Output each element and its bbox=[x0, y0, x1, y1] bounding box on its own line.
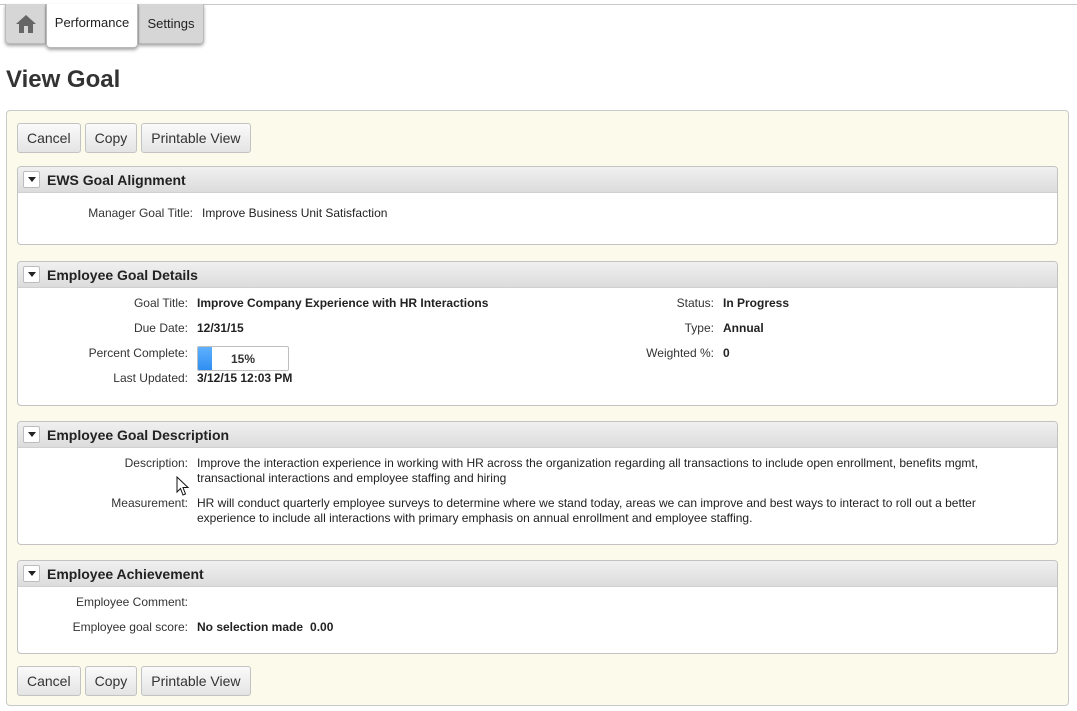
cancel-button[interactable]: Cancel bbox=[17, 666, 81, 696]
employee-goal-score-text: No selection made bbox=[197, 620, 304, 634]
type-value: Annual bbox=[723, 321, 764, 335]
last-updated-value: 3/12/15 12:03 PM bbox=[197, 371, 293, 385]
status-value: In Progress bbox=[723, 296, 790, 310]
chevron-down-icon bbox=[27, 571, 36, 576]
last-updated-label: Last Updated: bbox=[113, 371, 188, 385]
page-title: View Goal bbox=[6, 66, 121, 93]
collapse-toggle[interactable] bbox=[23, 426, 40, 443]
weighted-label: Weighted %: bbox=[646, 346, 714, 360]
printable-view-button[interactable]: Printable View bbox=[141, 666, 251, 696]
section-title: EWS Goal Alignment bbox=[47, 171, 186, 188]
type-label: Type: bbox=[684, 321, 714, 335]
section-goal-details: Employee Goal Details Goal Title: Improv… bbox=[17, 261, 1058, 406]
goal-panel: Cancel Copy Printable View EWS Goal Alig… bbox=[6, 110, 1069, 706]
section-header: Employee Goal Description bbox=[18, 422, 1057, 448]
due-date-value: 12/31/15 bbox=[197, 321, 244, 335]
measurement-value: HR will conduct quarterly employee surve… bbox=[197, 496, 976, 525]
top-button-bar: Cancel Copy Printable View bbox=[17, 123, 251, 153]
home-icon bbox=[15, 14, 36, 33]
status-label: Status: bbox=[676, 296, 714, 310]
employee-goal-score-label: Employee goal score: bbox=[72, 620, 188, 634]
employee-goal-score-value: 0.00 bbox=[310, 620, 334, 634]
weighted-value: 0 bbox=[723, 346, 730, 360]
manager-goal-title-label: Manager Goal Title: bbox=[88, 206, 193, 220]
section-header: Employee Achievement bbox=[18, 561, 1057, 587]
section-header: EWS Goal Alignment bbox=[18, 167, 1057, 193]
employee-comment-label: Employee Comment: bbox=[75, 595, 188, 609]
bottom-button-bar: Cancel Copy Printable View bbox=[17, 666, 251, 696]
description-value: Improve the interaction experience in wo… bbox=[197, 456, 979, 485]
tab-performance[interactable]: Performance bbox=[46, 4, 138, 48]
measurement-label: Measurement: bbox=[111, 496, 188, 510]
collapse-toggle[interactable] bbox=[23, 266, 40, 283]
chevron-down-icon bbox=[27, 272, 36, 277]
description-label: Description: bbox=[124, 456, 188, 470]
tab-settings[interactable]: Settings bbox=[138, 4, 204, 44]
goal-title-label: Goal Title: bbox=[133, 296, 188, 310]
section-goal-description: Employee Goal Description Description: I… bbox=[17, 421, 1058, 545]
section-title: Employee Goal Description bbox=[47, 426, 230, 443]
copy-button[interactable]: Copy bbox=[84, 123, 138, 153]
cancel-button[interactable]: Cancel bbox=[17, 123, 81, 153]
printable-view-button[interactable]: Printable View bbox=[141, 123, 251, 153]
due-date-label: Due Date: bbox=[133, 321, 188, 335]
mouse-cursor-icon bbox=[176, 476, 190, 496]
section-title: Employee Achievement bbox=[47, 565, 204, 582]
section-header: Employee Goal Details bbox=[18, 262, 1057, 288]
section-goal-alignment: EWS Goal Alignment Manager Goal Title: I… bbox=[17, 166, 1058, 245]
section-title: Employee Goal Details bbox=[47, 266, 198, 283]
percent-complete-bar: 15% bbox=[197, 346, 289, 371]
percent-complete-text: 15% bbox=[230, 352, 256, 366]
percent-complete-label: Percent Complete: bbox=[88, 346, 188, 360]
collapse-toggle[interactable] bbox=[23, 171, 40, 188]
tab-home[interactable] bbox=[5, 4, 46, 44]
manager-goal-title-value: Improve Business Unit Satisfaction bbox=[202, 206, 388, 220]
chevron-down-icon bbox=[27, 177, 36, 182]
copy-button[interactable]: Copy bbox=[84, 666, 138, 696]
chevron-down-icon bbox=[27, 432, 36, 437]
goal-title-value: Improve Company Experience with HR Inter… bbox=[197, 296, 489, 310]
collapse-toggle[interactable] bbox=[23, 565, 40, 582]
section-employee-achievement: Employee Achievement Employee Comment: E… bbox=[17, 560, 1058, 654]
